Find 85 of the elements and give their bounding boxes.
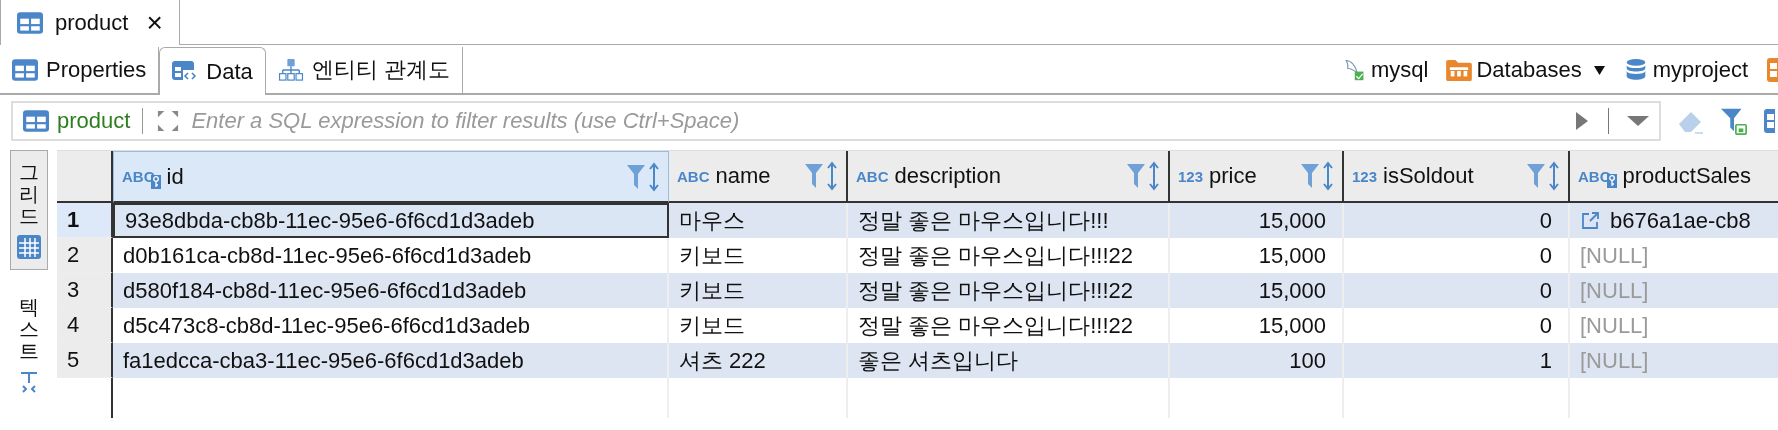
cell-text: 100 <box>1289 347 1326 374</box>
view-tab[interactable]: Properties <box>0 47 160 93</box>
cell-text: 정말 좋은 마우스입니다!!! <box>858 206 1109 235</box>
table-name: product <box>57 107 131 134</box>
row-number[interactable]: 5 <box>57 343 113 378</box>
cell-text: 정말 좋은 마우스입니다!!!22 <box>858 241 1134 270</box>
cell-text: fa1edcca-cba3-11ec-95e6-6f6cd1d3adeb <box>123 347 524 374</box>
side-tab[interactable]: 그리드 <box>9 150 48 270</box>
connection-selector[interactable]: mysql <box>1341 57 1429 83</box>
cell-text: 15,000 <box>1258 277 1326 304</box>
row-number[interactable]: 4 <box>57 308 113 343</box>
cell-text: b676a1ae-cb8 <box>1610 207 1751 234</box>
editor-tab[interactable]: product × <box>0 0 180 45</box>
column-name: id <box>166 163 184 190</box>
hierarchy-icon <box>277 59 304 81</box>
column-header[interactable]: 123 price <box>1170 151 1344 203</box>
filter-sort-icon[interactable] <box>626 161 660 192</box>
cell-text: 93e8dbda-cb8b-11ec-95e6-6f6cd1d3adeb <box>125 207 535 234</box>
history-dropdown-icon[interactable] <box>1627 115 1649 126</box>
row-number[interactable]: 2 <box>57 238 113 273</box>
cell-text: 15,000 <box>1258 242 1326 269</box>
filter-sort-icon[interactable] <box>804 161 838 191</box>
table-icon <box>12 59 38 81</box>
cell-text: 15,000 <box>1258 312 1326 339</box>
external-link-icon[interactable] <box>1580 210 1600 231</box>
cell-text: [NULL] <box>1580 347 1649 374</box>
column-header[interactable]: 123 isSoldout <box>1344 151 1570 203</box>
view-tab[interactable]: 엔티티 관계도 <box>265 47 463 93</box>
cell-text: d5c473c8-cb8d-11ec-95e6-6f6cd1d3adeb <box>123 312 530 339</box>
editor-tab-title: product <box>55 9 129 36</box>
cell-text: 셔츠 222 <box>679 346 766 375</box>
cell-text: 0 <box>1539 207 1552 234</box>
filter-bar[interactable]: product Enter a SQL expression to filter results (use Ctrl+Space) <box>11 100 1661 141</box>
cell-text: 0 <box>1539 242 1552 269</box>
save-filter-icon[interactable] <box>1719 106 1749 135</box>
column-header[interactable]: ABC name <box>669 151 848 203</box>
column-name: price <box>1209 163 1257 189</box>
filter-sort-icon[interactable] <box>1126 161 1160 191</box>
filter-input[interactable]: Enter a SQL expression to filter results (use Ctrl+Space) <box>189 106 1568 135</box>
cell-text: 정말 좋은 마우스입니다!!!22 <box>858 311 1134 340</box>
column-name: description <box>894 163 1001 189</box>
close-button[interactable]: × <box>146 6 163 39</box>
header-corner[interactable] <box>57 151 113 203</box>
cell-text: [NULL] <box>1580 242 1649 269</box>
cell-text: 마우스 <box>679 206 745 235</box>
type-label: ABC <box>677 167 710 185</box>
cell-text: d0b161ca-cb8d-11ec-95e6-6f6cd1d3adeb <box>123 242 532 269</box>
view-tab[interactable]: Data <box>159 47 266 95</box>
row-number[interactable]: 1 <box>57 203 113 238</box>
cell-text: 15,000 <box>1258 207 1326 234</box>
column-header[interactable]: ABC description <box>848 151 1170 203</box>
cell-text: 키보드 <box>679 276 745 305</box>
panel-icon[interactable] <box>1763 108 1775 133</box>
table-icon <box>23 109 49 132</box>
side-tab[interactable]: 텍스트 <box>9 286 48 404</box>
type-label: ABC <box>856 167 889 185</box>
type-label: 123 <box>1352 167 1378 185</box>
cell-text: 좋은 셔츠입니다 <box>858 346 1019 375</box>
type-label: 123 <box>1178 167 1204 185</box>
column-header[interactable]: ABC id <box>113 151 669 203</box>
column-name: name <box>715 163 771 189</box>
folder-icon <box>1446 59 1473 81</box>
filter-sort-icon[interactable] <box>1526 161 1560 191</box>
filter-sort-icon[interactable] <box>1300 161 1334 191</box>
row-number[interactable]: 3 <box>57 273 113 308</box>
table-icon <box>17 11 43 34</box>
cell-text: 키보드 <box>679 311 745 340</box>
table-code-icon <box>172 60 199 83</box>
cell-text: 정말 좋은 마우스입니다!!!22 <box>858 276 1134 305</box>
dropdown-arrow-icon <box>1593 65 1605 75</box>
type-label: ABC <box>122 168 155 185</box>
grid-icon <box>16 235 41 259</box>
column-name: productSales <box>1622 163 1751 189</box>
play-icon[interactable] <box>1576 111 1588 130</box>
database-selector[interactable]: myproject <box>1622 57 1748 83</box>
cell-text: 1 <box>1539 347 1552 374</box>
cell-text: 0 <box>1539 312 1552 339</box>
cell-text: d580f184-cb8d-11ec-95e6-6f6cd1d3adeb <box>123 277 527 304</box>
column-name: isSoldout <box>1383 163 1474 189</box>
cell-text: 키보드 <box>679 241 745 270</box>
cell-text: [NULL] <box>1580 312 1649 339</box>
cell-text: [NULL] <box>1580 277 1649 304</box>
cell-text: 0 <box>1539 277 1552 304</box>
schema-icon[interactable] <box>1766 58 1778 82</box>
databases-selector[interactable]: Databases <box>1446 57 1605 83</box>
